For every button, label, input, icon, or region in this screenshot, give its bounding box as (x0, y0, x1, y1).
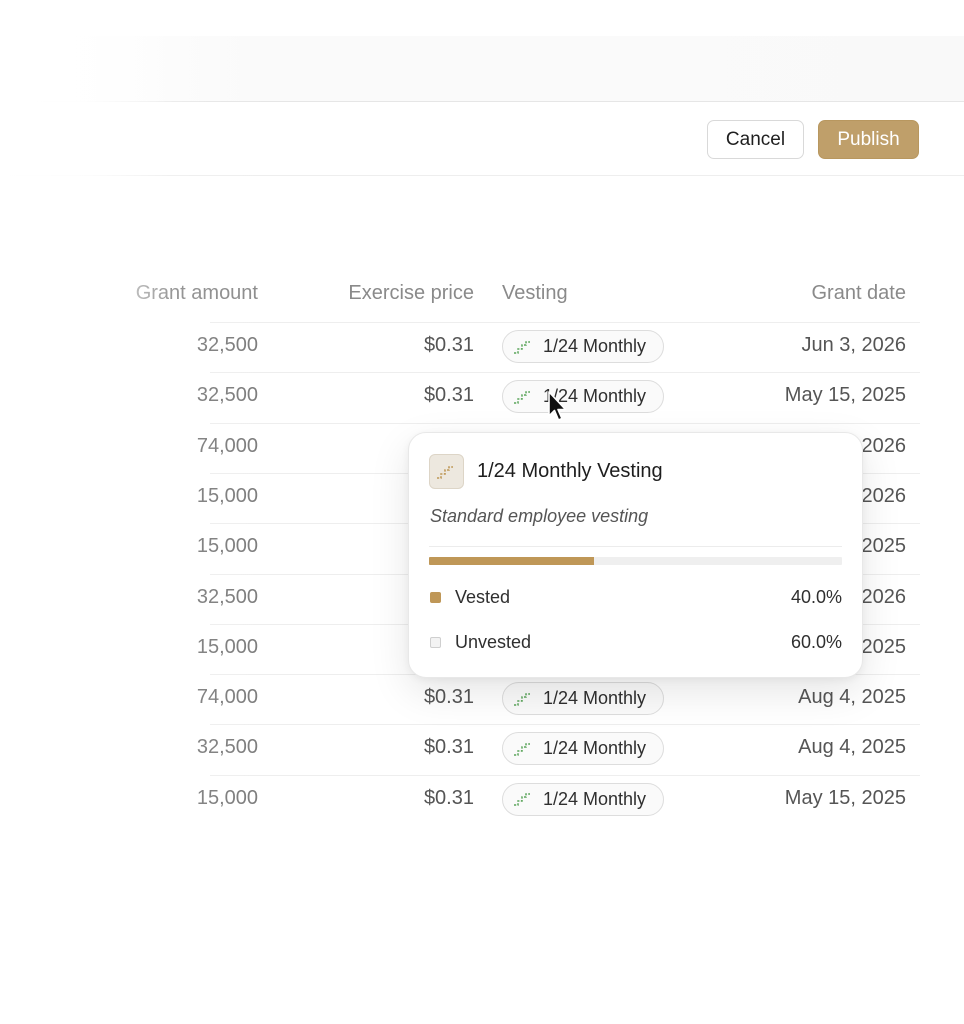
table-row[interactable]: 15,000 $0.31 1/24 Monthly May 15, 2025 (0, 774, 964, 825)
cancel-button[interactable]: Cancel (707, 120, 804, 159)
vesting-label: 1/24 Monthly (543, 788, 647, 809)
exercise-price-cell: $0.31 (423, 786, 474, 809)
legend-label: Unvested (455, 632, 532, 652)
vesting-popover: 1/24 Monthly Vesting Standard employee v… (408, 432, 863, 678)
legend-vested: Vested 40.0% (429, 585, 842, 611)
grant-date-cell: May 15, 2025 (784, 786, 906, 809)
grant-amount-cell: 74,000 (196, 434, 258, 457)
grant-amount-cell: 32,500 (196, 585, 258, 608)
exercise-price-cell: $0.31 (423, 334, 474, 356)
vesting-pill[interactable]: 1/24 Monthly (502, 380, 664, 414)
header-grant-amount[interactable]: Grant amount (136, 282, 258, 305)
table-row[interactable]: 32,500 $0.31 1/24 Monthly May 15, 2025 (0, 372, 964, 422)
stairs-icon (514, 793, 530, 806)
vested-swatch (430, 592, 441, 603)
popover-title: 1/24 Monthly Vesting (477, 460, 663, 482)
grant-date-cell: 2026 (861, 585, 907, 608)
legend-value: 60.0% (790, 632, 842, 652)
legend-unvested: Unvested 60.0% (429, 630, 842, 656)
exercise-price-cell: $0.31 (423, 384, 474, 407)
grant-amount-cell: 32,500 (196, 384, 258, 407)
action-bar: Cancel Publish (0, 102, 964, 176)
vesting-progress-fill (429, 557, 595, 565)
grant-amount-cell: 15,000 (196, 786, 258, 809)
stairs-icon (514, 391, 530, 404)
top-header-strip (0, 36, 964, 102)
grant-date-cell: 2026 (861, 484, 907, 507)
vesting-pill[interactable]: 1/24 Monthly (502, 782, 664, 816)
table-row[interactable]: 32,500 $0.31 1/24 Monthly Aug 4, 2025 (0, 724, 964, 774)
vesting-label: 1/24 Monthly (543, 688, 647, 709)
vesting-pill[interactable]: 1/24 Monthly (502, 732, 664, 766)
grant-amount-cell: 74,000 (196, 686, 258, 709)
publish-button[interactable]: Publish (818, 120, 919, 159)
popover-subtitle: Standard employee vesting (430, 506, 649, 526)
header-grant-date[interactable]: Grant date (811, 282, 906, 305)
grant-date-cell: Aug 4, 2025 (798, 736, 906, 759)
vesting-pill[interactable]: 1/24 Monthly (502, 682, 664, 716)
popover-divider (429, 546, 842, 547)
grant-amount-cell: 32,500 (196, 334, 258, 356)
grant-date-cell: May 15, 2025 (784, 384, 906, 407)
mouse-cursor-icon (548, 391, 567, 421)
stairs-icon (514, 340, 530, 354)
header-exercise-price[interactable]: Exercise price (348, 282, 474, 305)
grant-amount-cell: 32,500 (196, 736, 258, 759)
table-row[interactable]: 32,500 $0.31 1/24 Monthly Jun 3, 2026 (0, 322, 964, 372)
grant-amount-cell: 15,000 (196, 635, 258, 658)
grant-amount-cell: 15,000 (196, 535, 258, 558)
grant-date-cell: Jun 3, 2026 (801, 334, 906, 356)
header-vesting[interactable]: Vesting (502, 282, 568, 305)
vesting-label: 1/24 Monthly (543, 738, 647, 759)
legend-value: 40.0% (790, 587, 842, 607)
exercise-price-cell: $0.31 (423, 736, 474, 759)
vesting-label: 1/24 Monthly (543, 336, 647, 356)
stairs-icon (429, 454, 464, 489)
unvested-swatch (430, 637, 441, 648)
grant-date-cell: Aug 4, 2025 (798, 686, 906, 709)
grant-date-cell: 2025 (861, 635, 907, 658)
grant-date-cell: 2025 (861, 535, 907, 558)
grant-amount-cell: 15,000 (196, 484, 258, 507)
stairs-icon (514, 743, 530, 756)
vesting-pill[interactable]: 1/24 Monthly (502, 330, 664, 363)
grant-date-cell: 2026 (861, 434, 907, 457)
table-row[interactable]: 74,000 $0.31 1/24 Monthly Aug 4, 2025 (0, 674, 964, 724)
table-header: Grant amount Exercise price Vesting Gran… (0, 270, 964, 322)
legend-label: Vested (455, 587, 511, 607)
vesting-progress-bar (429, 557, 842, 565)
exercise-price-cell: $0.31 (423, 686, 474, 709)
stairs-icon (514, 692, 530, 706)
